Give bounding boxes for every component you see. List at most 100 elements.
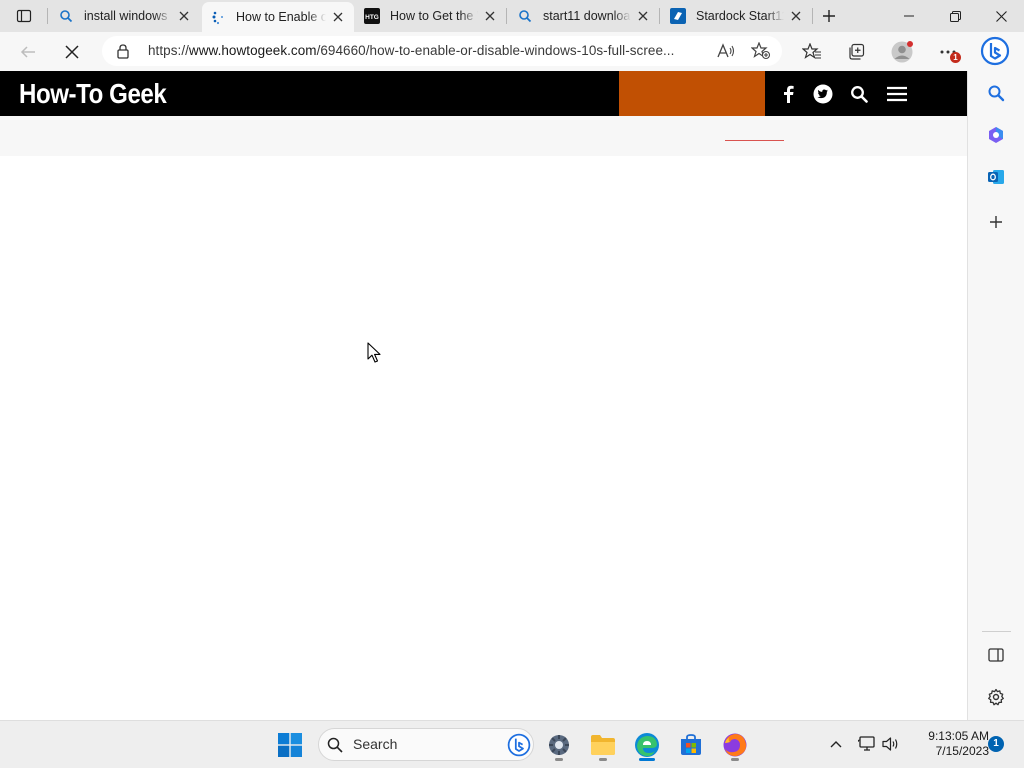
search-icon (517, 8, 533, 24)
avatar-icon (891, 41, 913, 63)
edge-sidebar (967, 71, 1024, 720)
read-aloud-icon (717, 43, 735, 58)
favorites-icon (802, 43, 821, 59)
sidebar-outlook-button[interactable] (983, 164, 1009, 190)
clock-time: 9:13:05 AM (928, 729, 989, 743)
folder-icon (591, 735, 615, 755)
windows-logo-icon (278, 733, 302, 757)
close-tab-icon[interactable] (788, 8, 804, 24)
notification-badge: 1 (950, 52, 961, 63)
address-bar[interactable]: https://www.howtogeek.com/694660/how-to-… (102, 36, 782, 66)
running-indicator (599, 758, 607, 761)
tab-install-windows[interactable]: install windows 11 without internet (50, 0, 200, 32)
site-header: How-To Geek (0, 71, 967, 116)
taskbar-file-explorer[interactable] (585, 727, 621, 763)
lock-icon[interactable] (116, 43, 130, 64)
tab-separator (812, 8, 813, 24)
menu-icon[interactable] (885, 83, 909, 105)
back-button[interactable] (14, 38, 42, 66)
tab-actions-button[interactable] (8, 4, 40, 28)
plus-icon (823, 10, 835, 22)
mouse-cursor (367, 342, 381, 363)
bing-copilot-icon (980, 36, 1010, 66)
tab-stardock-start11[interactable]: Stardock Start11 (662, 0, 812, 32)
tab-title: install windows 11 without internet (84, 9, 172, 23)
search-icon (988, 85, 1005, 102)
close-tab-icon[interactable] (635, 8, 651, 24)
tab-separator (47, 8, 48, 24)
stardock-favicon (670, 8, 686, 24)
url-text[interactable]: https://www.howtogeek.com/694660/how-to-… (148, 36, 708, 66)
minimize-icon (904, 15, 914, 17)
promo-banner[interactable] (619, 71, 765, 116)
twitter-icon[interactable] (812, 83, 834, 105)
tab-strip: install windows 11 without internet How … (0, 0, 1024, 32)
windows-taskbar: Search 9:13:05 AM 7/15/2023 1 (0, 720, 1024, 768)
chevron-up-icon (830, 741, 842, 748)
url-scheme: https:// (148, 43, 189, 58)
tab-start11-download[interactable]: start11 download (509, 0, 659, 32)
minimize-button[interactable] (886, 0, 932, 32)
url-host: www.howtogeek.com (188, 43, 317, 58)
clock-date: 7/15/2023 (935, 744, 989, 758)
site-logo[interactable]: How-To Geek (19, 75, 167, 113)
sidebar-add-button[interactable] (983, 209, 1009, 235)
network-status[interactable] (856, 733, 878, 755)
close-window-button[interactable] (978, 0, 1024, 32)
loading-spinner-icon (210, 9, 226, 25)
tab-title: Stardock Start11 (696, 9, 784, 23)
network-icon (858, 736, 875, 751)
collections-button[interactable] (842, 38, 870, 66)
running-indicator (731, 758, 739, 761)
settings-more-button[interactable]: 1 (934, 38, 962, 66)
sidebar-divider (982, 631, 1011, 632)
taskbar-search[interactable]: Search (318, 728, 534, 761)
taskbar-edge[interactable] (629, 727, 665, 763)
microsoft365-icon (989, 127, 1003, 143)
taskbar-settings-app[interactable] (541, 727, 577, 763)
close-tab-icon[interactable] (176, 8, 192, 24)
search-icon (327, 737, 343, 753)
notification-center-badge[interactable]: 1 (988, 736, 1004, 752)
start-button[interactable] (272, 727, 308, 763)
gear-icon (549, 735, 569, 755)
speaker-icon (882, 737, 898, 751)
read-aloud-button[interactable] (712, 37, 740, 65)
tab-how-to-enable[interactable]: How to Enable or Disable Windows 10's Fu… (202, 2, 354, 32)
add-favorite-button[interactable] (747, 37, 775, 65)
taskbar-microsoft-store[interactable] (673, 727, 709, 763)
profile-button[interactable] (888, 38, 916, 66)
hide-sidebar-button[interactable] (983, 642, 1009, 668)
url-path: /694660/how-to-enable-or-disable-windows… (316, 43, 675, 58)
stop-loading-button[interactable] (58, 38, 86, 66)
tab-separator (506, 8, 507, 24)
sidebar-search-button[interactable] (983, 80, 1009, 106)
tab-how-to-get[interactable]: HTG How to Get the Windows 10 Start Menu… (356, 0, 506, 32)
star-add-icon (751, 42, 771, 60)
close-icon (995, 10, 1007, 22)
firefox-icon (723, 733, 747, 757)
show-hidden-icons-button[interactable] (825, 733, 847, 755)
close-tab-icon[interactable] (482, 8, 498, 24)
restore-button[interactable] (932, 0, 978, 32)
back-arrow-icon (20, 46, 35, 58)
collections-icon (849, 43, 865, 60)
tab-title: start11 download (543, 9, 631, 23)
tab-separator (659, 8, 660, 24)
taskbar-firefox[interactable] (717, 727, 753, 763)
bing-chat-button[interactable] (978, 33, 1012, 69)
sidebar-settings-button[interactable] (983, 684, 1009, 710)
sidebar-office-button[interactable] (983, 122, 1009, 148)
system-clock[interactable]: 9:13:05 AM 7/15/2023 (905, 729, 989, 759)
active-indicator (639, 758, 655, 761)
tab-actions-icon (16, 9, 32, 23)
new-tab-button[interactable] (816, 4, 842, 28)
web-page-viewport: How-To Geek (0, 71, 967, 720)
volume-status[interactable] (880, 733, 902, 755)
favorites-button[interactable] (798, 38, 826, 66)
search-icon[interactable] (848, 83, 870, 105)
close-tab-icon[interactable] (330, 9, 346, 25)
facebook-icon[interactable] (777, 83, 799, 105)
htg-favicon: HTG (364, 8, 380, 24)
edge-icon (635, 733, 659, 757)
